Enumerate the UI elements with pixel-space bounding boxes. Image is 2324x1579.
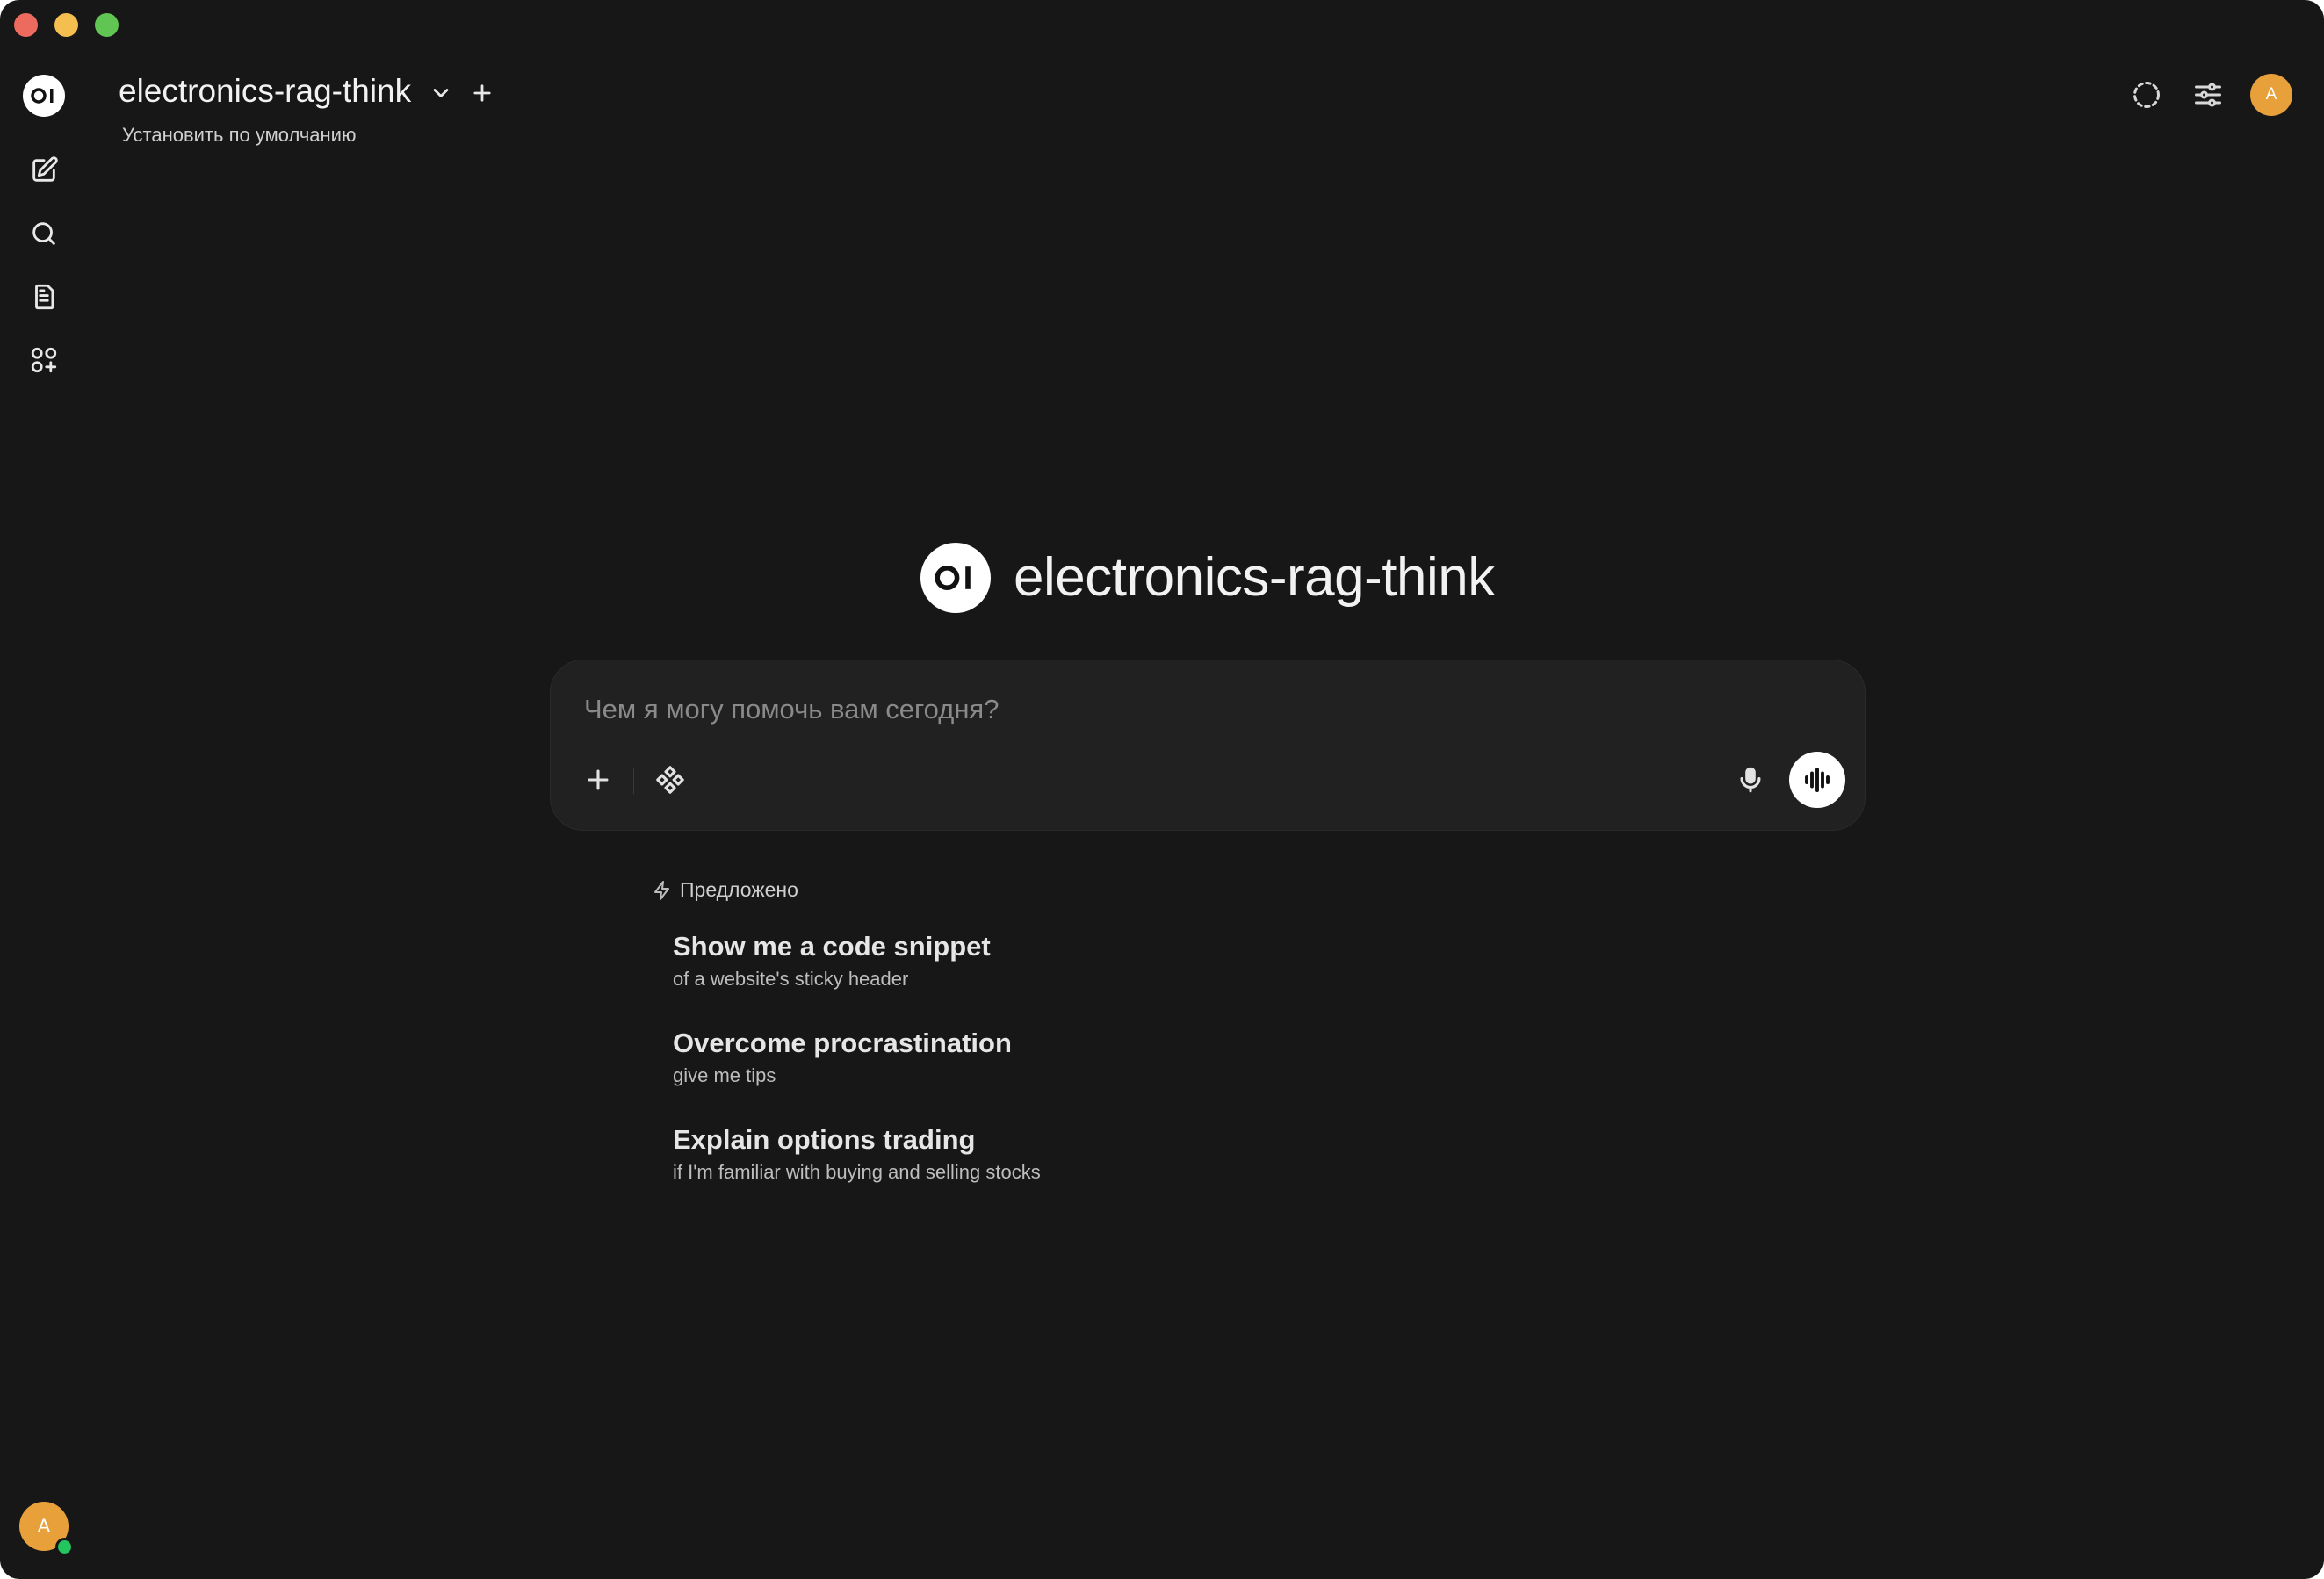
search-icon bbox=[32, 222, 55, 245]
composer-divider bbox=[633, 768, 634, 794]
set-default-link[interactable]: Установить по умолчанию bbox=[122, 124, 356, 147]
suggestion-item[interactable]: Explain options trading if I'm familiar … bbox=[673, 1122, 1041, 1186]
apps-plus-icon bbox=[31, 347, 57, 373]
dashed-circle-icon bbox=[2133, 82, 2160, 108]
waveform-icon bbox=[1805, 768, 1830, 792]
dictate-button[interactable] bbox=[1729, 759, 1772, 801]
attach-button[interactable] bbox=[577, 759, 619, 801]
suggestion-subtitle: of a website's sticky header bbox=[673, 968, 909, 990]
sliders-icon bbox=[2195, 83, 2221, 107]
new-chat-button[interactable] bbox=[23, 149, 65, 191]
maximize-window-button[interactable] bbox=[95, 13, 119, 37]
suggestion-title: Explain options trading bbox=[673, 1124, 976, 1155]
controls-button[interactable] bbox=[2190, 77, 2226, 112]
suggestion-subtitle: give me tips bbox=[673, 1064, 776, 1086]
search-button[interactable] bbox=[23, 213, 65, 255]
app-window: A electronics-rag-think Установить по ум… bbox=[0, 0, 2324, 1579]
suggestions-label: Предложено bbox=[680, 878, 798, 901]
lightning-icon bbox=[654, 880, 669, 900]
message-composer bbox=[550, 660, 1866, 831]
model-logo-icon bbox=[920, 543, 991, 613]
edit-icon bbox=[32, 156, 58, 182]
minimize-window-button[interactable] bbox=[54, 13, 78, 37]
tools-icon bbox=[656, 766, 684, 794]
suggestion-item[interactable]: Show me a code snippet of a website's st… bbox=[673, 929, 991, 992]
page-title: electronics-rag-think bbox=[1014, 547, 1495, 608]
plus-icon bbox=[588, 769, 609, 790]
suggestion-title: Overcome procrastination bbox=[673, 1027, 1012, 1058]
plus-icon bbox=[473, 84, 491, 102]
temporary-chat-button[interactable] bbox=[2129, 77, 2164, 112]
microphone-icon bbox=[1740, 767, 1761, 793]
model-selector[interactable]: electronics-rag-think bbox=[119, 73, 411, 110]
chevron-down-icon[interactable] bbox=[429, 81, 453, 105]
suggestion-subtitle: if I'm familiar with buying and selling … bbox=[673, 1161, 1041, 1183]
add-model-button[interactable] bbox=[470, 81, 494, 105]
workspace-button[interactable] bbox=[23, 339, 65, 381]
suggestions-header: Предложено bbox=[652, 878, 798, 902]
user-avatar-header[interactable]: A bbox=[2250, 74, 2292, 116]
message-input[interactable] bbox=[582, 687, 1833, 732]
suggestion-item[interactable]: Overcome procrastination give me tips bbox=[673, 1026, 1012, 1089]
notes-button[interactable] bbox=[23, 276, 65, 318]
suggestion-title: Show me a code snippet bbox=[673, 931, 991, 962]
online-status-indicator bbox=[55, 1538, 74, 1556]
document-icon bbox=[35, 284, 54, 310]
tools-button[interactable] bbox=[649, 759, 691, 801]
open-webui-logo-icon[interactable] bbox=[23, 75, 65, 117]
voice-mode-button[interactable] bbox=[1789, 752, 1845, 808]
close-window-button[interactable] bbox=[14, 13, 38, 37]
